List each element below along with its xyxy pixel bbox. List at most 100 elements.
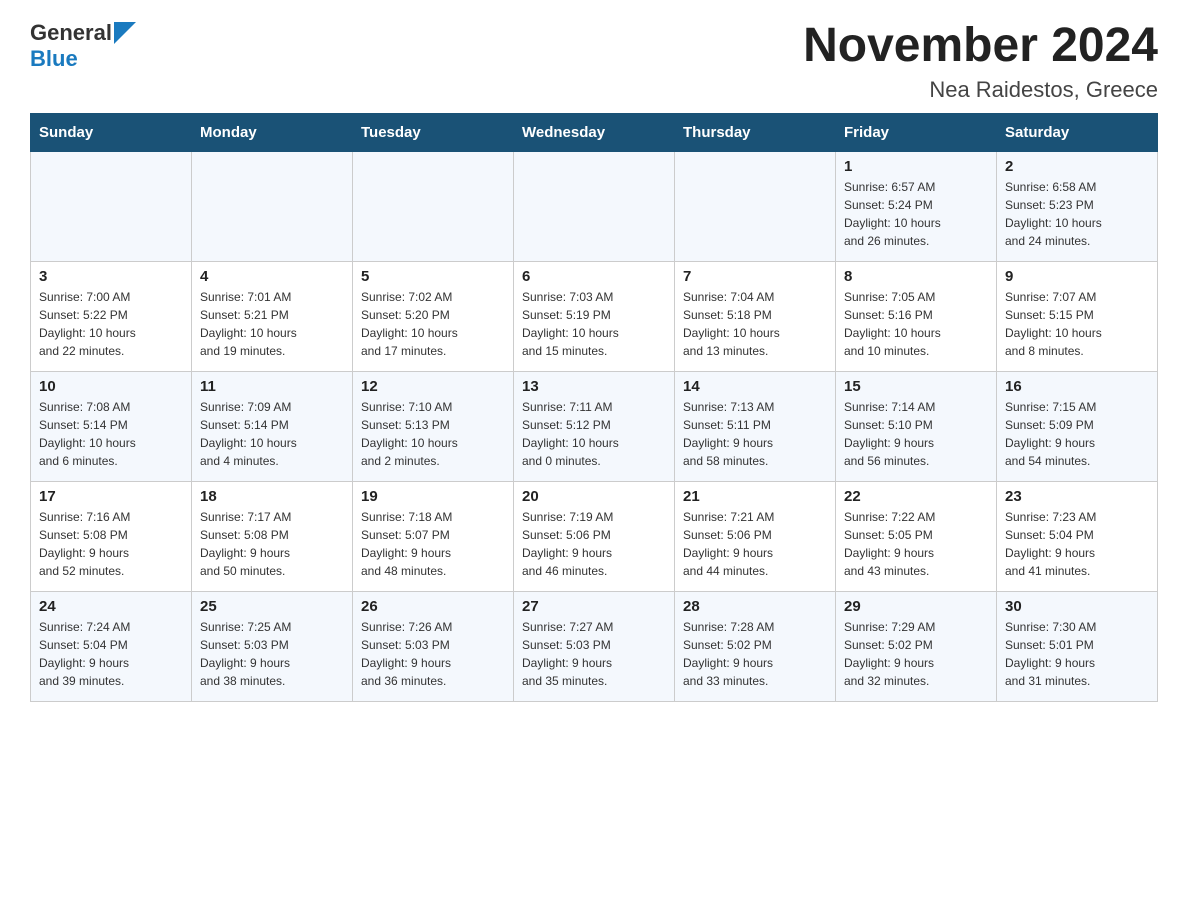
day-info: Sunrise: 7:29 AM Sunset: 5:02 PM Dayligh…	[844, 618, 988, 690]
table-row: 3Sunrise: 7:00 AM Sunset: 5:22 PM Daylig…	[31, 261, 192, 371]
table-row: 7Sunrise: 7:04 AM Sunset: 5:18 PM Daylig…	[675, 261, 836, 371]
calendar-week-row: 17Sunrise: 7:16 AM Sunset: 5:08 PM Dayli…	[31, 481, 1158, 591]
table-row: 15 Sunrise: 7:14 AM Sunset: 5:10 PM Dayli…	[836, 371, 997, 481]
day-info: Sunrise: 7:07 AM Sunset: 5:15 PM Dayligh…	[1005, 288, 1149, 360]
day-number: 26	[361, 598, 505, 615]
table-row	[353, 151, 514, 261]
table-row: 12 Sunrise: 7:10 AM Sunset: 5:13 PM Dayli…	[353, 371, 514, 481]
day-info: Sunrise: 7:08 AM Sunset: 5:14 PM Dayligh…	[39, 398, 183, 470]
day-number: 8	[844, 268, 988, 285]
table-row	[192, 151, 353, 261]
table-row: 20 Sunrise: 7:19 AM Sunset: 5:06 PM Dayli…	[514, 481, 675, 591]
day-number: 15	[844, 378, 988, 395]
calendar-week-row: 10 Sunrise: 7:08 AM Sunset: 5:14 PM Dayli…	[31, 371, 1158, 481]
day-info: Sunrise: 7:04 AM Sunset: 5:18 PM Dayligh…	[683, 288, 827, 360]
day-number: 21	[683, 488, 827, 505]
calendar-week-row: 3Sunrise: 7:00 AM Sunset: 5:22 PM Daylig…	[31, 261, 1158, 371]
day-info: Sunrise: 7:18 AM Sunset: 5:07 PM Dayligh…	[361, 508, 505, 580]
table-row: 26 Sunrise: 7:26 AM Sunset: 5:03 PM Dayli…	[353, 591, 514, 701]
col-friday: Friday	[836, 113, 997, 151]
day-number: 24	[39, 598, 183, 615]
day-number: 11	[200, 378, 344, 395]
table-row: 14Sunrise: 7:13 AM Sunset: 5:11 PM Dayli…	[675, 371, 836, 481]
day-info: Sunrise: 7:00 AM Sunset: 5:22 PM Dayligh…	[39, 288, 183, 360]
table-row: 8Sunrise: 7:05 AM Sunset: 5:16 PM Daylig…	[836, 261, 997, 371]
table-row	[31, 151, 192, 261]
day-info: Sunrise: 7:28 AM Sunset: 5:02 PM Dayligh…	[683, 618, 827, 690]
table-row: 5 Sunrise: 7:02 AM Sunset: 5:20 PM Daylig…	[353, 261, 514, 371]
day-info: Sunrise: 7:22 AM Sunset: 5:05 PM Dayligh…	[844, 508, 988, 580]
table-row: 30 Sunrise: 7:30 AM Sunset: 5:01 PM Dayli…	[997, 591, 1158, 701]
table-row: 1 Sunrise: 6:57 AM Sunset: 5:24 PM Daylig…	[836, 151, 997, 261]
day-info: Sunrise: 7:23 AM Sunset: 5:04 PM Dayligh…	[1005, 508, 1149, 580]
day-number: 2	[1005, 158, 1149, 175]
table-row	[514, 151, 675, 261]
table-row: 23 Sunrise: 7:23 AM Sunset: 5:04 PM Dayli…	[997, 481, 1158, 591]
table-row: 19 Sunrise: 7:18 AM Sunset: 5:07 PM Dayli…	[353, 481, 514, 591]
logo-arrow-icon	[114, 22, 136, 44]
day-info: Sunrise: 7:02 AM Sunset: 5:20 PM Dayligh…	[361, 288, 505, 360]
day-info: Sunrise: 7:10 AM Sunset: 5:13 PM Dayligh…	[361, 398, 505, 470]
col-wednesday: Wednesday	[514, 113, 675, 151]
calendar-week-row: 24 Sunrise: 7:24 AM Sunset: 5:04 PM Dayli…	[31, 591, 1158, 701]
table-row: 27Sunrise: 7:27 AM Sunset: 5:03 PM Dayli…	[514, 591, 675, 701]
day-info: Sunrise: 7:15 AM Sunset: 5:09 PM Dayligh…	[1005, 398, 1149, 470]
day-number: 4	[200, 268, 344, 285]
day-number: 18	[200, 488, 344, 505]
col-tuesday: Tuesday	[353, 113, 514, 151]
day-info: Sunrise: 7:09 AM Sunset: 5:14 PM Dayligh…	[200, 398, 344, 470]
month-title: November 2024	[803, 20, 1158, 73]
table-row: 18Sunrise: 7:17 AM Sunset: 5:08 PM Dayli…	[192, 481, 353, 591]
logo-general-text: General	[30, 20, 112, 46]
day-number: 9	[1005, 268, 1149, 285]
day-number: 17	[39, 488, 183, 505]
table-row: 21 Sunrise: 7:21 AM Sunset: 5:06 PM Dayli…	[675, 481, 836, 591]
col-monday: Monday	[192, 113, 353, 151]
day-info: Sunrise: 7:26 AM Sunset: 5:03 PM Dayligh…	[361, 618, 505, 690]
page-header: General Blue November 2024 Nea Raidestos…	[30, 20, 1158, 103]
table-row: 11 Sunrise: 7:09 AM Sunset: 5:14 PM Dayli…	[192, 371, 353, 481]
day-number: 20	[522, 488, 666, 505]
table-row: 17Sunrise: 7:16 AM Sunset: 5:08 PM Dayli…	[31, 481, 192, 591]
table-row: 13 Sunrise: 7:11 AM Sunset: 5:12 PM Dayli…	[514, 371, 675, 481]
table-row: 6 Sunrise: 7:03 AM Sunset: 5:19 PM Daylig…	[514, 261, 675, 371]
day-info: Sunrise: 7:19 AM Sunset: 5:06 PM Dayligh…	[522, 508, 666, 580]
calendar-header-row: Sunday Monday Tuesday Wednesday Thursday…	[31, 113, 1158, 151]
col-thursday: Thursday	[675, 113, 836, 151]
day-info: Sunrise: 7:01 AM Sunset: 5:21 PM Dayligh…	[200, 288, 344, 360]
table-row: 16Sunrise: 7:15 AM Sunset: 5:09 PM Dayli…	[997, 371, 1158, 481]
day-info: Sunrise: 7:30 AM Sunset: 5:01 PM Dayligh…	[1005, 618, 1149, 690]
calendar-week-row: 1 Sunrise: 6:57 AM Sunset: 5:24 PM Daylig…	[31, 151, 1158, 261]
day-number: 6	[522, 268, 666, 285]
day-number: 1	[844, 158, 988, 175]
day-number: 5	[361, 268, 505, 285]
table-row: 2Sunrise: 6:58 AM Sunset: 5:23 PM Daylig…	[997, 151, 1158, 261]
col-saturday: Saturday	[997, 113, 1158, 151]
day-number: 13	[522, 378, 666, 395]
day-info: Sunrise: 7:25 AM Sunset: 5:03 PM Dayligh…	[200, 618, 344, 690]
day-number: 12	[361, 378, 505, 395]
day-info: Sunrise: 7:03 AM Sunset: 5:19 PM Dayligh…	[522, 288, 666, 360]
day-info: Sunrise: 7:27 AM Sunset: 5:03 PM Dayligh…	[522, 618, 666, 690]
day-info: Sunrise: 7:11 AM Sunset: 5:12 PM Dayligh…	[522, 398, 666, 470]
day-number: 19	[361, 488, 505, 505]
table-row: 9 Sunrise: 7:07 AM Sunset: 5:15 PM Daylig…	[997, 261, 1158, 371]
table-row: 28 Sunrise: 7:28 AM Sunset: 5:02 PM Dayli…	[675, 591, 836, 701]
day-number: 25	[200, 598, 344, 615]
day-number: 14	[683, 378, 827, 395]
table-row	[675, 151, 836, 261]
day-info: Sunrise: 7:21 AM Sunset: 5:06 PM Dayligh…	[683, 508, 827, 580]
day-number: 23	[1005, 488, 1149, 505]
day-info: Sunrise: 7:14 AM Sunset: 5:10 PM Dayligh…	[844, 398, 988, 470]
day-number: 10	[39, 378, 183, 395]
day-number: 29	[844, 598, 988, 615]
table-row: 29 Sunrise: 7:29 AM Sunset: 5:02 PM Dayli…	[836, 591, 997, 701]
day-info: Sunrise: 6:57 AM Sunset: 5:24 PM Dayligh…	[844, 178, 988, 250]
location-subtitle: Nea Raidestos, Greece	[803, 77, 1158, 103]
day-number: 30	[1005, 598, 1149, 615]
day-number: 28	[683, 598, 827, 615]
table-row: 22Sunrise: 7:22 AM Sunset: 5:05 PM Dayli…	[836, 481, 997, 591]
logo-blue-text: Blue	[30, 46, 78, 72]
logo: General Blue	[30, 20, 136, 72]
day-info: Sunrise: 7:24 AM Sunset: 5:04 PM Dayligh…	[39, 618, 183, 690]
